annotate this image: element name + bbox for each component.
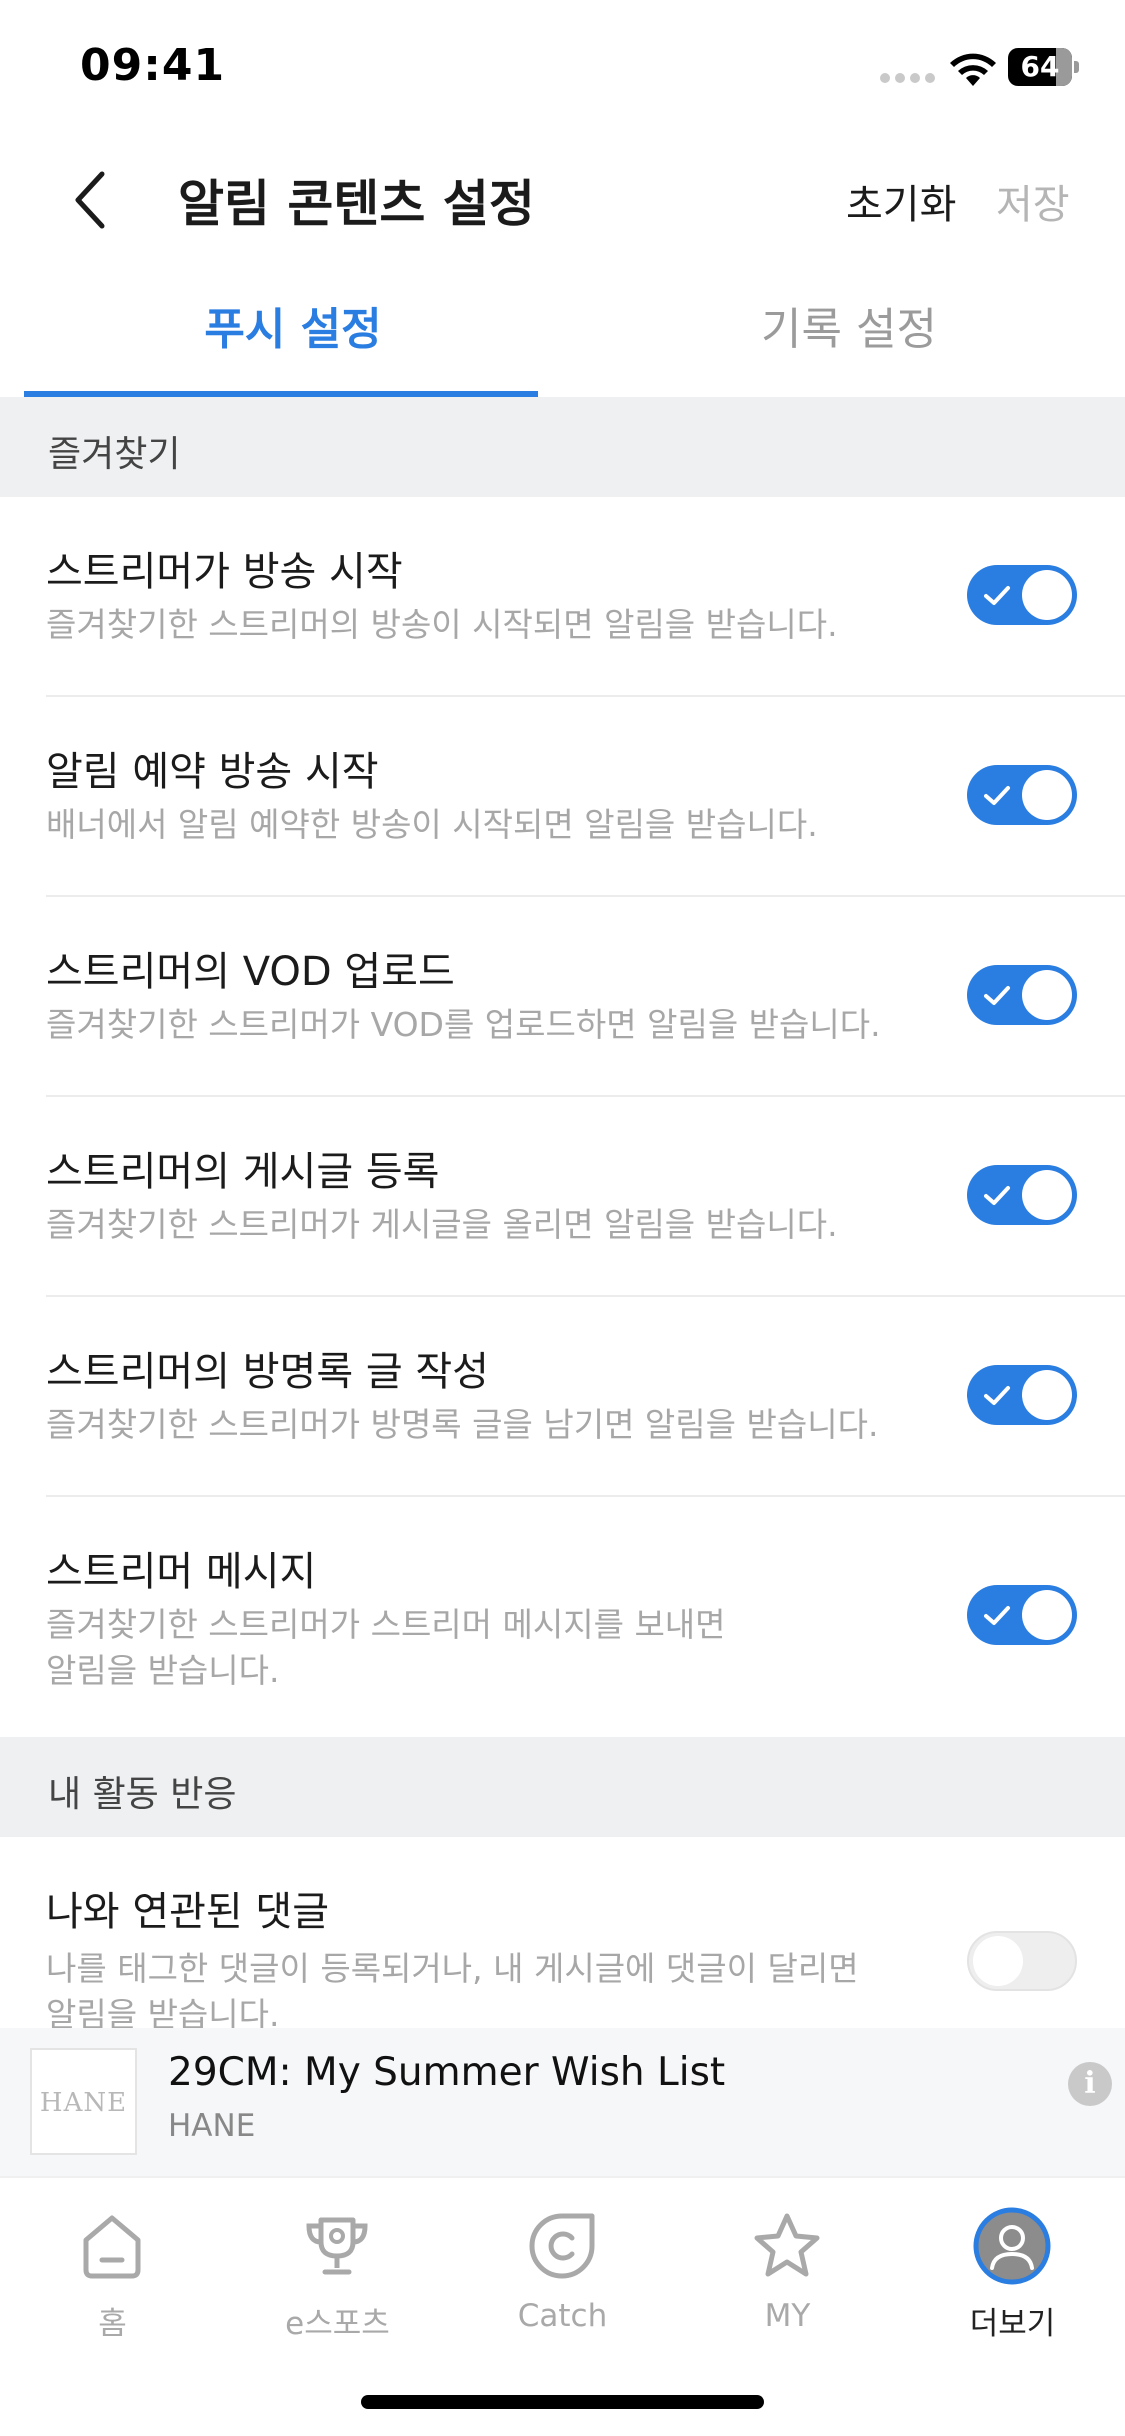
setting-description-line-1: 나를 태그한 댓글이 등록되거나, 내 게시글에 댓글이 달리면 — [46, 1949, 859, 1988]
tab-history-settings[interactable]: 기록 설정 — [580, 260, 1118, 397]
toggle-switch[interactable] — [967, 1585, 1077, 1645]
section-label: 내 활동 반응 — [48, 1774, 237, 1815]
setting-title: 스트리머의 게시글 등록 — [46, 1149, 440, 1195]
wifi-icon — [950, 53, 996, 86]
tab-bar: 푸시 설정 기록 설정 — [0, 260, 1125, 397]
home-icon — [83, 2215, 141, 2279]
nav-more[interactable]: 더보기 — [900, 2178, 1125, 2378]
setting-item-reserved-live-start: 알림 예약 방송 시작 배너에서 알림 예약한 방송이 시작되면 알림을 받습니… — [0, 697, 1125, 897]
nav-my[interactable]: MY — [675, 2178, 900, 2378]
setting-title: 스트리머가 방송 시작 — [46, 549, 403, 595]
header: 알림 콘텐츠 설정 초기화 저장 — [0, 140, 1125, 260]
toggle-switch[interactable] — [967, 1165, 1077, 1225]
setting-title: 나와 연관된 댓글 — [46, 1889, 330, 1935]
setting-item-guestbook-post: 스트리머의 방명록 글 작성 즐겨찾기한 스트리머가 방명록 글을 남기면 알림… — [0, 1297, 1125, 1497]
nav-catch[interactable]: Catch — [450, 2178, 675, 2378]
save-button[interactable]: 저장 — [996, 172, 1070, 230]
check-icon — [984, 1386, 1010, 1405]
setting-item-related-comments: 나와 연관된 댓글 나를 태그한 댓글이 등록되거나, 내 게시글에 댓글이 달… — [0, 1837, 1125, 2028]
setting-description-line-2: 알림을 받습니다. — [46, 1995, 280, 2028]
home-indicator — [361, 2395, 764, 2409]
toggle-switch[interactable] — [967, 965, 1077, 1025]
setting-description-line-1: 즐겨찾기한 스트리머가 스트리머 메시지를 보내면 — [46, 1605, 726, 1644]
back-button[interactable] — [50, 160, 130, 240]
status-time: 09:41 — [80, 40, 226, 91]
check-icon — [984, 1186, 1010, 1205]
toggle-switch[interactable] — [967, 1365, 1077, 1425]
status-bar: 09:41 64 — [0, 0, 1125, 140]
check-icon — [984, 1606, 1010, 1625]
section-header-favorites: 즐겨찾기 — [0, 397, 1125, 497]
toggle-switch[interactable] — [967, 765, 1077, 825]
nav-esports[interactable]: e스포츠 — [225, 2178, 450, 2378]
setting-description: 배너에서 알림 예약한 방송이 시작되면 알림을 받습니다. — [46, 805, 818, 844]
toggle-switch[interactable] — [967, 1931, 1077, 1991]
nav-label: 더보기 — [969, 2306, 1056, 2342]
setting-item-streamer-message: 스트리머 메시지 즐겨찾기한 스트리머가 스트리머 메시지를 보내면 알림을 받… — [0, 1497, 1125, 1737]
page-title: 알림 콘텐츠 설정 — [178, 175, 535, 233]
tab-push-settings[interactable]: 푸시 설정 — [24, 260, 562, 397]
section-label: 즐겨찾기 — [48, 434, 181, 475]
setting-item-vod-upload: 스트리머의 VOD 업로드 즐겨찾기한 스트리머가 VOD를 업로드하면 알림을… — [0, 897, 1125, 1097]
info-icon[interactable]: i — [1068, 2062, 1112, 2106]
ad-logo: HANE — [30, 2048, 137, 2155]
trophy-icon — [306, 2217, 368, 2275]
setting-description: 즐겨찾기한 스트리머가 방명록 글을 남기면 알림을 받습니다. — [46, 1405, 879, 1444]
ad-banner[interactable]: HANE 29CM: My Summer Wish List HANE i — [0, 2028, 1125, 2176]
ad-subtitle: HANE — [168, 2108, 256, 2144]
setting-item-post-registered: 스트리머의 게시글 등록 즐겨찾기한 스트리머가 게시글을 올리면 알림을 받습… — [0, 1097, 1125, 1297]
nav-label: e스포츠 — [285, 2306, 390, 2342]
nav-home[interactable]: 홈 — [0, 2178, 225, 2378]
ad-title: 29CM: My Summer Wish List — [168, 2050, 726, 2095]
nav-label: Catch — [517, 2298, 608, 2334]
reset-button[interactable]: 초기화 — [846, 172, 956, 230]
check-icon — [984, 986, 1010, 1005]
toggle-switch[interactable] — [967, 565, 1077, 625]
setting-title: 스트리머 메시지 — [46, 1549, 317, 1595]
setting-description-line-2: 알림을 받습니다. — [46, 1651, 280, 1690]
profile-icon — [973, 2207, 1051, 2285]
star-icon — [754, 2213, 820, 2277]
section-header-my-activity: 내 활동 반응 — [0, 1737, 1125, 1837]
check-icon — [984, 786, 1010, 805]
nav-label: 홈 — [98, 2306, 127, 2342]
battery-level: 64 — [1020, 50, 1060, 83]
setting-title: 알림 예약 방송 시작 — [46, 749, 379, 795]
chevron-left-icon — [75, 171, 105, 229]
setting-item-streamer-live-start: 스트리머가 방송 시작 즐겨찾기한 스트리머의 방송이 시작되면 알림을 받습니… — [0, 497, 1125, 697]
catch-icon — [529, 2213, 595, 2279]
setting-title: 스트리머의 방명록 글 작성 — [46, 1349, 489, 1395]
nav-label: MY — [764, 2298, 811, 2334]
setting-description: 즐겨찾기한 스트리머가 게시글을 올리면 알림을 받습니다. — [46, 1205, 838, 1244]
setting-description: 즐겨찾기한 스트리머의 방송이 시작되면 알림을 받습니다. — [46, 605, 838, 644]
setting-title: 스트리머의 VOD 업로드 — [46, 949, 455, 995]
check-icon — [984, 586, 1010, 605]
cellular-signal-icon — [880, 73, 936, 85]
setting-description: 즐겨찾기한 스트리머가 VOD를 업로드하면 알림을 받습니다. — [46, 1005, 881, 1044]
battery-icon: 64 — [1008, 48, 1080, 88]
